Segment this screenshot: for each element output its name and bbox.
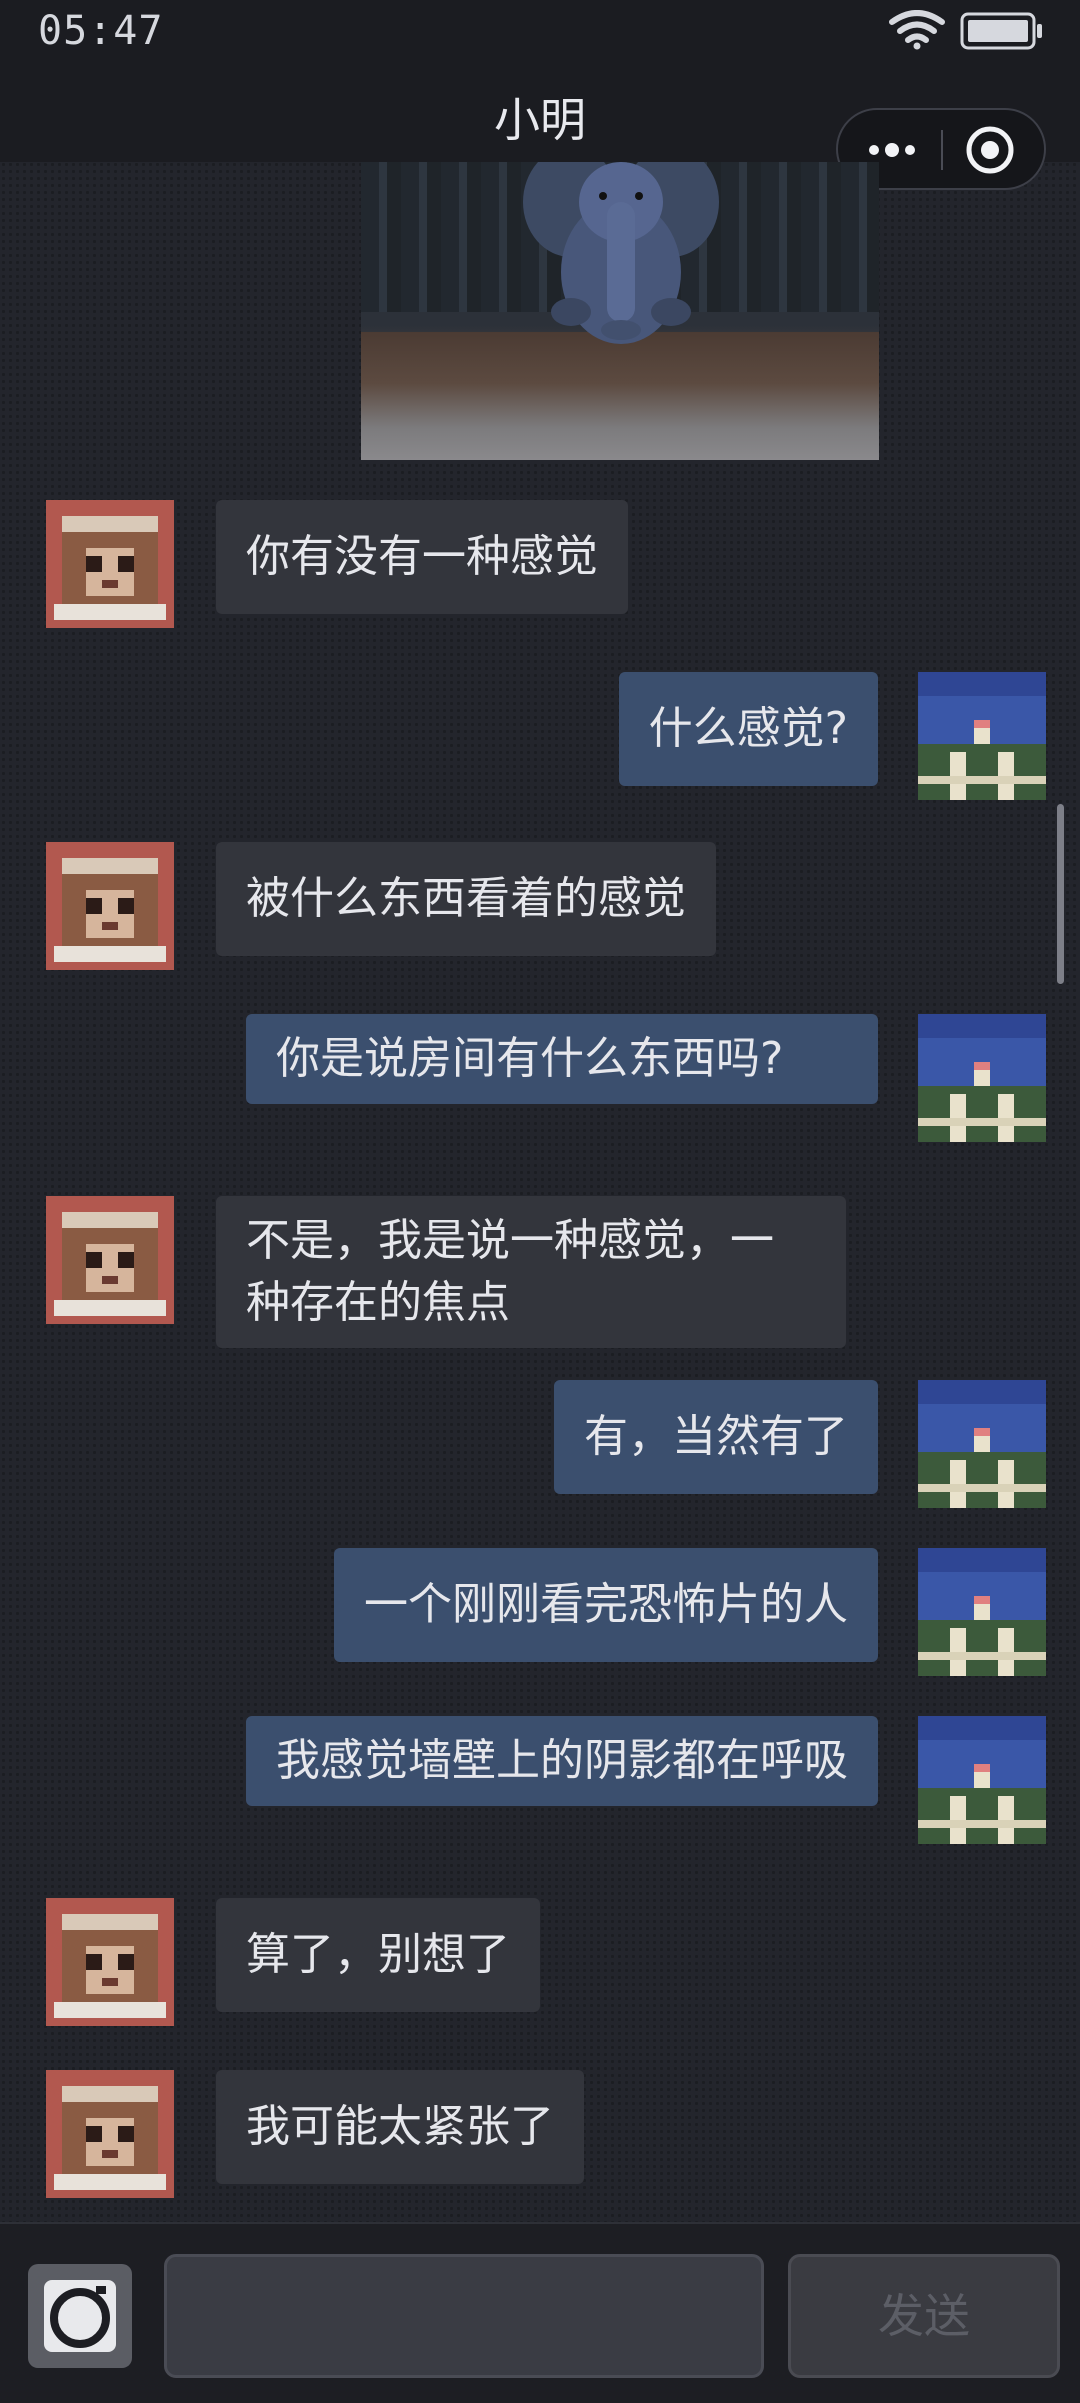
user-avatar[interactable] bbox=[918, 1380, 1046, 1508]
message-input[interactable] bbox=[164, 2254, 764, 2378]
send-button[interactable]: 发送 bbox=[788, 2254, 1060, 2378]
elephant-plush-image bbox=[523, 162, 719, 344]
contact-avatar[interactable] bbox=[46, 1196, 174, 1324]
status-bar: 05:47 bbox=[0, 0, 1080, 62]
battery-icon bbox=[960, 12, 1042, 50]
message-bubble-incoming[interactable]: 我可能太紧张了 bbox=[216, 2070, 584, 2184]
message-bubble-incoming[interactable]: 不是，我是说一种感觉，一种存在的焦点 bbox=[216, 1196, 846, 1348]
message-bubble-incoming[interactable]: 你有没有一种感觉 bbox=[216, 500, 628, 614]
message-bubble-outgoing[interactable]: 什么感觉? bbox=[618, 672, 878, 786]
user-avatar[interactable] bbox=[918, 1716, 1046, 1844]
status-time: 05:47 bbox=[38, 8, 164, 54]
user-avatar[interactable] bbox=[918, 1014, 1046, 1142]
user-avatar[interactable] bbox=[918, 672, 1046, 800]
message-bubble-outgoing[interactable]: 你是说房间有什么东西吗? bbox=[246, 1014, 878, 1104]
photo-message[interactable] bbox=[361, 162, 879, 460]
contact-avatar[interactable] bbox=[46, 500, 174, 628]
message-bubble-outgoing[interactable]: 一个刚刚看完恐怖片的人 bbox=[334, 1548, 878, 1662]
chat-area[interactable]: 你有没有一种感觉 什么感觉? 被什么东西看着的感觉 你是说房间有什么东西吗? 不… bbox=[0, 162, 1080, 2222]
camera-icon bbox=[44, 2280, 116, 2352]
contact-avatar[interactable] bbox=[46, 2070, 174, 2198]
message-bubble-outgoing[interactable]: 有，当然有了 bbox=[554, 1380, 878, 1494]
camera-button[interactable] bbox=[28, 2264, 132, 2368]
message-bubble-incoming[interactable]: 被什么东西看着的感觉 bbox=[216, 842, 716, 956]
input-bar: 发送 bbox=[0, 2222, 1080, 2403]
contact-avatar[interactable] bbox=[46, 1898, 174, 2026]
contact-avatar[interactable] bbox=[46, 842, 174, 970]
user-avatar[interactable] bbox=[918, 1548, 1046, 1676]
chat-scrollbar[interactable] bbox=[1057, 804, 1064, 984]
message-bubble-incoming[interactable]: 算了，别想了 bbox=[216, 1898, 540, 2012]
wifi-icon bbox=[889, 10, 945, 50]
message-bubble-outgoing[interactable]: 我感觉墙壁上的阴影都在呼吸 bbox=[246, 1716, 878, 1806]
